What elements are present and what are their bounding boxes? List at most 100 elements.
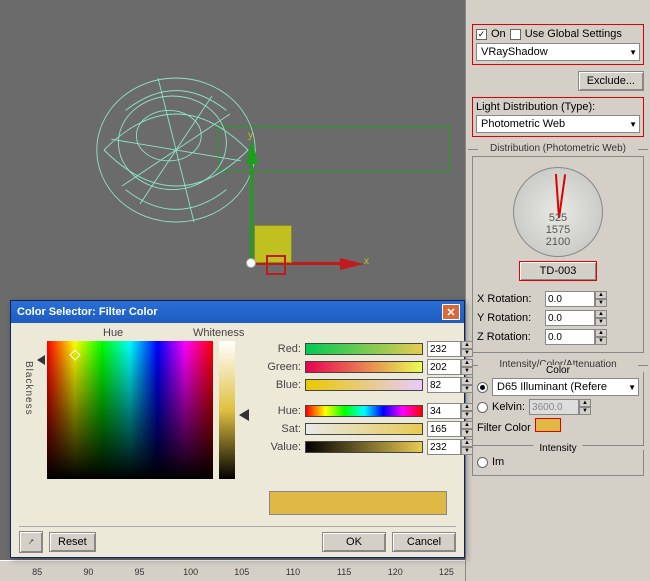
wireframe-object[interactable] — [86, 60, 266, 240]
kelvin-spinner[interactable]: ▲▼ — [529, 399, 591, 415]
distribution-highlight: Light Distribution (Type): Photometric W… — [472, 97, 644, 137]
sat-spinner[interactable]: ▲▼ — [427, 421, 473, 437]
value-slider[interactable] — [305, 441, 423, 453]
spinner-up-icon[interactable]: ▲ — [461, 359, 473, 367]
close-button[interactable]: ✕ — [442, 304, 460, 320]
spinner-down-icon[interactable]: ▼ — [461, 447, 473, 455]
web-file-button[interactable]: TD-003 — [519, 261, 598, 281]
spinner-down-icon[interactable]: ▼ — [461, 367, 473, 375]
spinner-down-icon[interactable]: ▼ — [461, 385, 473, 393]
spinner-up-icon[interactable]: ▲ — [461, 439, 473, 447]
y-axis-label: y — [248, 130, 253, 141]
shadow-type-select[interactable]: VRayShadow ▼ — [476, 43, 640, 61]
spinner-up-icon[interactable]: ▲ — [461, 421, 473, 429]
hue-saturation-field[interactable] — [47, 341, 213, 479]
tick-label: 95 — [134, 567, 144, 577]
green-spinner[interactable]: ▲▼ — [427, 359, 473, 375]
yrot-label: Y Rotation: — [477, 312, 541, 324]
zrot-spinner[interactable]: ▲▼ — [545, 329, 607, 345]
photometric-web-preview: 525 1575 2100 — [513, 167, 603, 257]
sat-slider[interactable] — [305, 423, 423, 435]
color-group: Color D65 Illuminant (Refere▼ Kelvin: ▲▼… — [472, 372, 644, 446]
gizmo-origin[interactable] — [246, 258, 256, 268]
color-preview-swatch[interactable] — [269, 491, 447, 515]
chevron-down-icon: ▼ — [629, 120, 637, 129]
spinner-down-icon[interactable]: ▼ — [595, 299, 607, 307]
spinner-down-icon[interactable]: ▼ — [579, 407, 591, 415]
hue-slider[interactable] — [305, 405, 423, 417]
whiteness-indicator-icon[interactable] — [239, 409, 249, 421]
web-scale: 2100 — [546, 236, 570, 248]
dist-rollout-header[interactable]: Distribution (Photometric Web) — [472, 143, 644, 154]
spinner-up-icon[interactable]: ▲ — [461, 403, 473, 411]
web-scale: 1575 — [546, 224, 570, 236]
spinner-down-icon[interactable]: ▼ — [461, 349, 473, 357]
on-checkbox[interactable]: ✓ — [476, 29, 487, 40]
spinner-up-icon[interactable]: ▲ — [461, 341, 473, 349]
yrot-spinner[interactable]: ▲▼ — [545, 310, 607, 326]
hue-label: Hue: — [261, 405, 301, 417]
spinner-down-icon[interactable]: ▼ — [595, 337, 607, 345]
web-scale: 525 — [546, 212, 570, 224]
xrot-spinner[interactable]: ▲▼ — [545, 291, 607, 307]
green-slider[interactable] — [305, 361, 423, 373]
blue-spinner[interactable]: ▲▼ — [427, 377, 473, 393]
im-radio[interactable] — [477, 457, 488, 468]
red-slider[interactable] — [305, 343, 423, 355]
im-label: Im — [492, 456, 504, 468]
d65-radio[interactable] — [477, 382, 488, 393]
green-label: Green: — [261, 361, 301, 373]
x-axis-label: x — [364, 256, 369, 267]
spinner-up-icon[interactable]: ▲ — [595, 310, 607, 318]
whiteness-slider[interactable] — [219, 341, 235, 479]
dialog-title: Color Selector: Filter Color — [17, 306, 158, 318]
y-axis-line — [250, 164, 253, 264]
kelvin-radio[interactable] — [477, 402, 488, 413]
d65-select[interactable]: D65 Illuminant (Refere▼ — [492, 378, 639, 396]
spinner-up-icon[interactable]: ▲ — [595, 291, 607, 299]
time-ruler[interactable]: 85 90 95 100 105 110 115 120 125 — [0, 560, 465, 581]
x-axis-arrow[interactable] — [340, 258, 364, 270]
filter-color-label: Filter Color — [477, 422, 531, 434]
red-label: Red: — [261, 343, 301, 355]
tick-label: 120 — [388, 567, 403, 577]
shadow-params-highlight: ✓ On Use Global Settings VRayShadow ▼ — [472, 24, 644, 65]
ok-button[interactable]: OK — [322, 532, 386, 552]
cancel-button[interactable]: Cancel — [392, 532, 456, 552]
blue-label: Blue: — [261, 379, 301, 391]
tick-label: 125 — [439, 567, 454, 577]
color-marker[interactable] — [69, 349, 80, 360]
gizmo-handle[interactable] — [266, 255, 286, 275]
reset-button[interactable]: Reset — [49, 532, 96, 552]
spinner-up-icon[interactable]: ▲ — [595, 329, 607, 337]
hue-spinner[interactable]: ▲▼ — [427, 403, 473, 419]
distribution-select[interactable]: Photometric Web ▼ — [476, 115, 640, 133]
exclude-button[interactable]: Exclude... — [578, 71, 644, 91]
tick-label: 105 — [234, 567, 249, 577]
zrot-label: Z Rotation: — [477, 331, 541, 343]
red-spinner[interactable]: ▲▼ — [427, 341, 473, 357]
eyedropper-icon — [28, 535, 34, 549]
tick-label: 90 — [83, 567, 93, 577]
tick-label: 110 — [286, 567, 300, 577]
dialog-titlebar[interactable]: Color Selector: Filter Color ✕ — [11, 301, 464, 323]
intensity-group: Intensity Im — [472, 450, 644, 476]
spinner-down-icon[interactable]: ▼ — [461, 411, 473, 419]
blue-slider[interactable] — [305, 379, 423, 391]
spinner-down-icon[interactable]: ▼ — [595, 318, 607, 326]
spinner-down-icon[interactable]: ▼ — [461, 429, 473, 437]
y-axis-arrow[interactable] — [246, 140, 258, 164]
kelvin-label: Kelvin: — [492, 401, 525, 413]
color-legend: Color — [540, 365, 576, 376]
global-checkbox[interactable] — [510, 29, 521, 40]
value-spinner[interactable]: ▲▼ — [427, 439, 473, 455]
eyedropper-button[interactable] — [19, 531, 43, 553]
intensity-legend: Intensity — [533, 443, 582, 454]
global-label: Use Global Settings — [525, 28, 622, 40]
filter-color-swatch[interactable] — [535, 418, 561, 432]
blackness-indicator-icon[interactable] — [37, 355, 45, 365]
tick-label: 100 — [183, 567, 198, 577]
spinner-up-icon[interactable]: ▲ — [461, 377, 473, 385]
spinner-up-icon[interactable]: ▲ — [579, 399, 591, 407]
tick-label: 115 — [337, 567, 351, 577]
